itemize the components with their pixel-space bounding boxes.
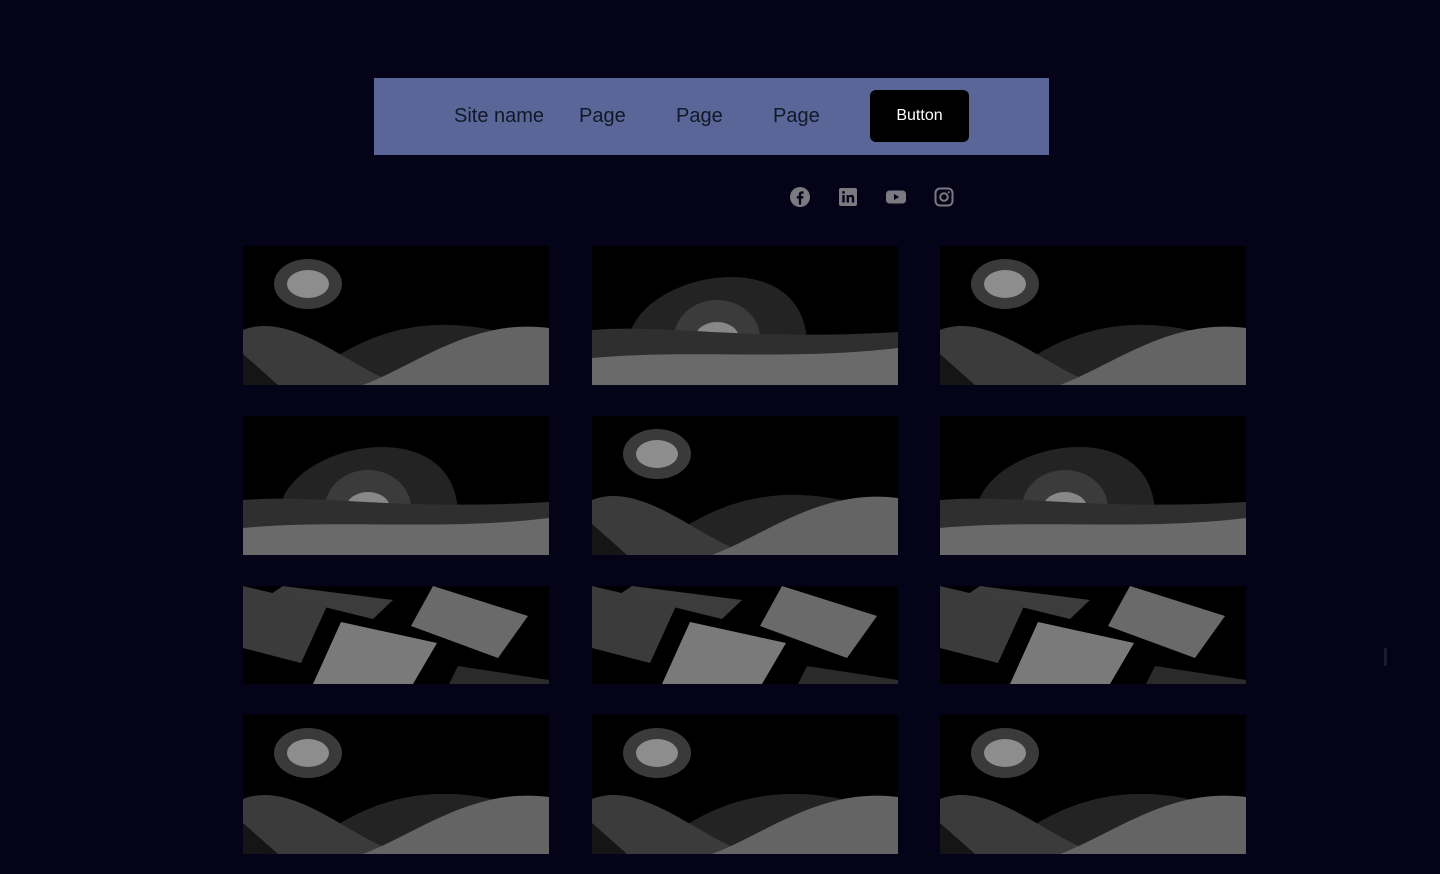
- image-placeholder-tiles: [940, 586, 1246, 684]
- instagram-icon[interactable]: [932, 185, 956, 209]
- facebook-icon[interactable]: [788, 185, 812, 209]
- image-placeholder-moon-hills: [592, 715, 898, 854]
- image-placeholder-tiles: [243, 586, 549, 684]
- image-placeholder-moon-hills: [243, 246, 549, 385]
- image-placeholder-moon-hills: [592, 416, 898, 555]
- image-placeholder-moon-hills: [940, 246, 1246, 385]
- youtube-icon[interactable]: [884, 185, 908, 209]
- image-placeholder-sunset: [940, 416, 1246, 555]
- site-name-link[interactable]: Site name: [454, 78, 544, 155]
- image-placeholder-sunset: [243, 416, 549, 555]
- scroll-indicator: [1384, 648, 1387, 666]
- nav-link-page-1[interactable]: Page: [579, 78, 626, 155]
- image-placeholder-tiles: [592, 586, 898, 684]
- nav-link-page-3[interactable]: Page: [773, 78, 820, 155]
- linkedin-icon[interactable]: [836, 185, 860, 209]
- page: Site name Page Page Page Button: [0, 0, 1440, 874]
- image-placeholder-sunset: [592, 246, 898, 385]
- image-placeholder-moon-hills: [940, 715, 1246, 854]
- nav-button[interactable]: Button: [870, 90, 969, 142]
- nav-link-page-2[interactable]: Page: [676, 78, 723, 155]
- navbar: Site name Page Page Page Button: [374, 78, 1049, 155]
- image-placeholder-moon-hills: [243, 715, 549, 854]
